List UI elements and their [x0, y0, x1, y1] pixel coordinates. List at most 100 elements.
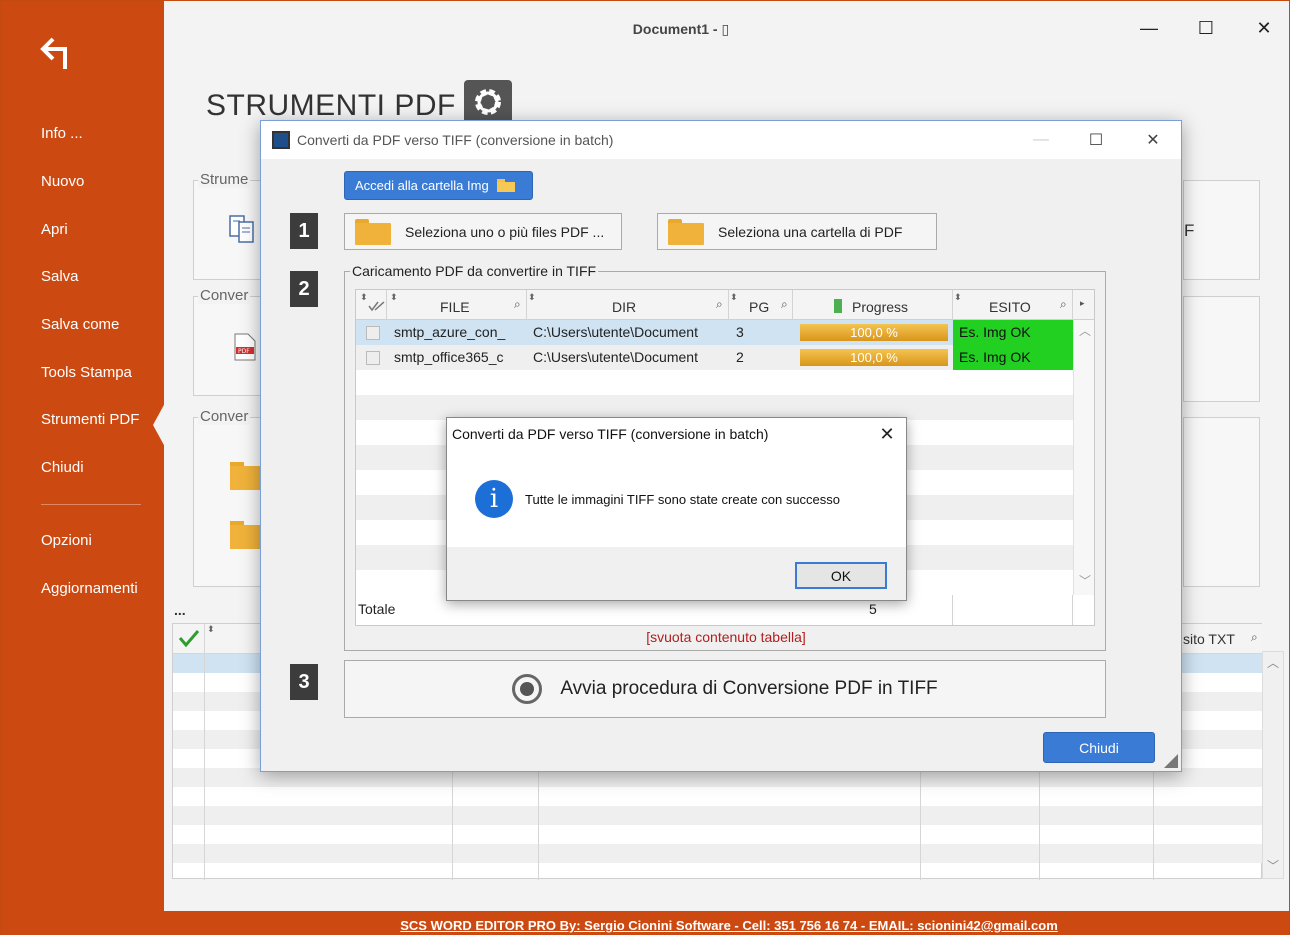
- table-scrollbar[interactable]: ︿ ﹀: [1073, 320, 1094, 595]
- sidebar-item-nuovo[interactable]: Nuovo: [41, 173, 84, 190]
- header-file[interactable]: FILE: [440, 299, 470, 315]
- sidebar-item-opzioni[interactable]: Opzioni: [41, 532, 92, 549]
- table-row[interactable]: [173, 844, 1263, 863]
- pdf-file-icon: PDF: [234, 333, 256, 361]
- start-conversion-button[interactable]: Avvia procedura di Conversione PDF in TI…: [344, 660, 1106, 718]
- double-check-icon[interactable]: [368, 300, 386, 312]
- select-pdf-files-button[interactable]: Seleziona uno o più files PDF ...: [344, 213, 622, 250]
- tool-group-1-label: Strume: [198, 171, 251, 188]
- sidebar-item-aggiornamenti[interactable]: Aggiornamenti: [41, 580, 138, 597]
- tool-group-right-1: [1183, 180, 1260, 280]
- search-icon[interactable]: ⌕: [1251, 630, 1258, 645]
- scroll-down-icon[interactable]: ﹀: [1079, 572, 1091, 589]
- sidebar-item-info[interactable]: Info ...: [41, 125, 83, 142]
- sidebar-item-salva-come[interactable]: Salva come: [41, 316, 119, 333]
- table-row[interactable]: [173, 825, 1263, 844]
- minimize-button[interactable]: —: [1126, 11, 1172, 45]
- table-row[interactable]: [356, 370, 1073, 395]
- total-label: Totale: [358, 601, 396, 617]
- sidebar-item-chiudi[interactable]: Chiudi: [41, 459, 84, 476]
- cell-dir: C:\Users\utente\Document: [533, 349, 698, 365]
- sort-icon[interactable]: ⬍: [207, 624, 215, 635]
- right-group-fragment: F: [1184, 221, 1195, 240]
- progress-text: 100,0 %: [850, 325, 898, 340]
- tool-group-2-label: Conver: [198, 287, 251, 304]
- message-box-close-button[interactable]: ✕: [872, 421, 902, 447]
- scroll-down-icon[interactable]: ﹀: [1267, 857, 1279, 874]
- row-checkbox[interactable]: [366, 351, 380, 365]
- tool-group-3-label: Conver: [198, 408, 251, 425]
- dialog-close-button[interactable]: ✕: [1133, 127, 1173, 153]
- app-icon: [272, 131, 290, 149]
- search-icon[interactable]: ⌕: [716, 297, 723, 312]
- sidebar-item-salva[interactable]: Salva: [41, 268, 79, 285]
- table-row[interactable]: [173, 787, 1263, 806]
- resize-grip-icon[interactable]: [1164, 754, 1178, 768]
- sort-icon[interactable]: ⬍: [390, 292, 398, 303]
- svg-text:PDF: PDF: [238, 348, 250, 355]
- progress-column-icon: [834, 299, 842, 313]
- sidebar-item-strumenti-pdf[interactable]: Strumenti PDF: [41, 411, 139, 428]
- sort-icon[interactable]: ⬍: [730, 292, 738, 303]
- message-box-footer: OK: [447, 547, 906, 600]
- message-box-title: Converti da PDF verso TIFF (conversione …: [452, 426, 769, 442]
- close-dialog-button[interactable]: Chiudi: [1043, 732, 1155, 763]
- dialog-maximize-button[interactable]: ☐: [1076, 127, 1116, 153]
- grid-ellipsis: ...: [174, 602, 186, 618]
- maximize-button[interactable]: ☐: [1183, 11, 1229, 45]
- status-bar-text[interactable]: SCS WORD EDITOR PRO By: Sergio Cionini S…: [164, 918, 1290, 933]
- sidebar-divider: [41, 504, 141, 505]
- sidebar-item-tools-stampa[interactable]: Tools Stampa: [41, 364, 132, 381]
- cell-dir: C:\Users\utente\Document: [533, 324, 698, 340]
- open-img-folder-button[interactable]: Accedi alla cartella Img: [344, 171, 533, 200]
- sort-icon[interactable]: ⬍: [360, 292, 368, 303]
- open-folder-icon: [496, 179, 515, 192]
- sidebar-item-apri[interactable]: Apri: [41, 221, 68, 238]
- sort-icon[interactable]: ⬍: [528, 292, 536, 303]
- table-row[interactable]: smtp_azure_con_ C:\Users\utente\Document…: [356, 320, 1073, 345]
- total-value: 5: [869, 601, 877, 617]
- progress-text: 100,0 %: [850, 350, 898, 365]
- dialog-minimize-button[interactable]: —: [1021, 127, 1061, 153]
- message-box: Converti da PDF verso TIFF (conversione …: [446, 417, 907, 601]
- step-3-badge: 3: [290, 664, 318, 700]
- header-dir[interactable]: DIR: [612, 299, 636, 315]
- scroll-right-icon[interactable]: ▸: [1080, 298, 1085, 309]
- back-button[interactable]: [37, 31, 81, 75]
- cell-file: smtp_office365_c: [394, 349, 504, 365]
- cell-file: smtp_azure_con_: [394, 324, 506, 340]
- progress-bar: 100,0 %: [800, 349, 948, 366]
- table-row[interactable]: [173, 806, 1263, 825]
- grid-scrollbar[interactable]: ︿ ﹀: [1262, 651, 1284, 879]
- select-pdf-folder-button[interactable]: Seleziona una cartella di PDF: [657, 213, 937, 250]
- ok-button[interactable]: OK: [795, 562, 887, 589]
- search-icon[interactable]: ⌕: [514, 297, 521, 312]
- folder-icon: [668, 218, 704, 245]
- clear-table-link[interactable]: [svuota contenuto tabella]: [345, 629, 1107, 645]
- row-checkbox[interactable]: [366, 326, 380, 340]
- scroll-up-icon[interactable]: ︿: [1267, 654, 1279, 671]
- search-icon[interactable]: ⌕: [781, 297, 788, 312]
- header-pg[interactable]: PG: [749, 299, 769, 315]
- window-title: Document1 - ▯: [632, 21, 730, 37]
- dialog-titlebar: Converti da PDF verso TIFF (conversione …: [261, 121, 1181, 159]
- message-box-text: Tutte le immagini TIFF sono state create…: [525, 492, 841, 507]
- column-line: [952, 595, 953, 625]
- tool-group-right-3: [1183, 417, 1260, 587]
- cell-esito: Es. Img OK: [953, 345, 1073, 370]
- header-progress[interactable]: Progress: [852, 299, 908, 315]
- grid-header-esito-txt: sito TXT: [1183, 631, 1235, 647]
- table-row[interactable]: smtp_office365_c C:\Users\utente\Documen…: [356, 345, 1073, 370]
- header-esito[interactable]: ESITO: [989, 299, 1031, 315]
- page-title: STRUMENTI PDF: [206, 89, 456, 122]
- cell-esito: Es. Img OK: [953, 320, 1073, 345]
- sort-icon[interactable]: ⬍: [954, 292, 962, 303]
- close-window-button[interactable]: ✕: [1241, 11, 1287, 45]
- column-line: [1072, 595, 1073, 625]
- scroll-up-icon[interactable]: ︿: [1079, 322, 1091, 339]
- search-icon[interactable]: ⌕: [1060, 297, 1067, 312]
- grid-column-line: [204, 624, 205, 880]
- cell-pg: 3: [736, 324, 744, 340]
- load-pdf-group-label: Caricamento PDF da convertire in TIFF: [350, 263, 599, 279]
- progress-bar: 100,0 %: [800, 324, 948, 341]
